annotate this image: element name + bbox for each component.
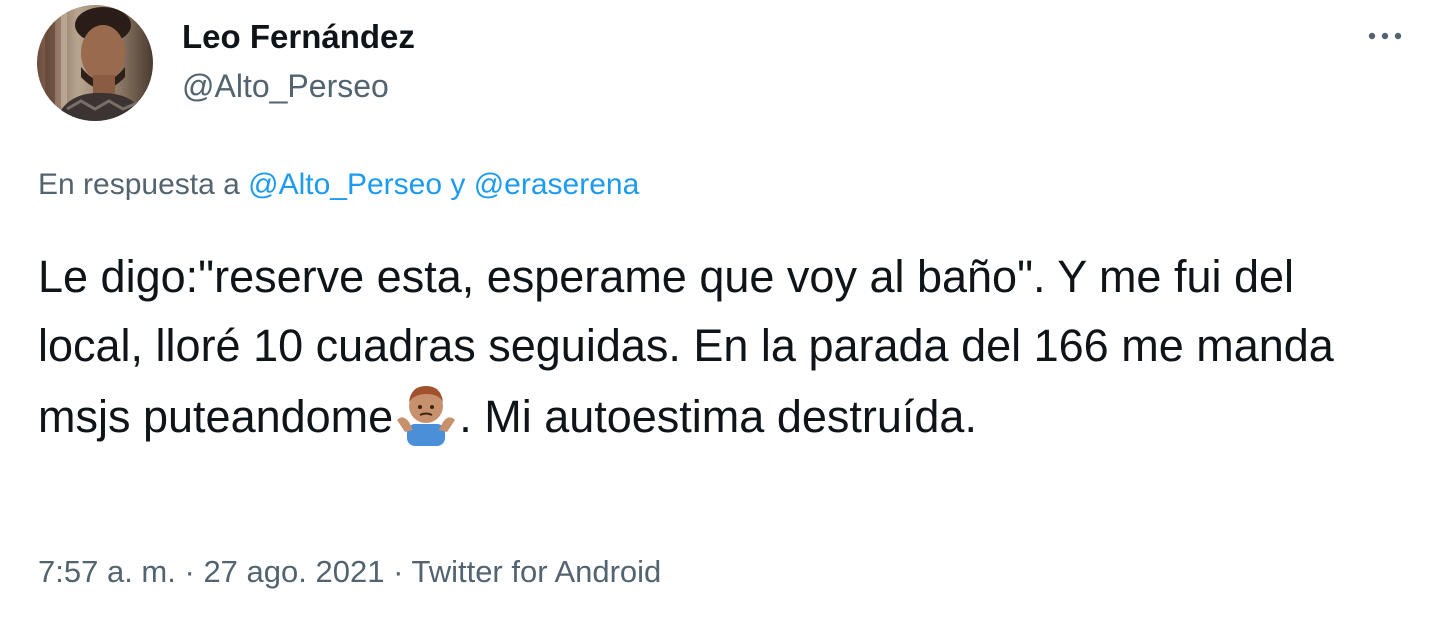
tweet-time[interactable]: 7:57 a. m. <box>38 554 176 589</box>
reply-mention-link[interactable]: @Alto_Perseo <box>248 168 442 201</box>
author-handle[interactable]: @Alto_Perseo <box>182 68 389 105</box>
tweet-metadata: 7:57 a. m. · 27 ago. 2021 · Twitter for … <box>38 554 661 590</box>
reply-prefix: En respuesta a <box>38 168 240 201</box>
reply-mention-link[interactable]: @eraserena <box>474 168 640 201</box>
meta-separator: · <box>184 554 195 589</box>
tweet-text-part: . Mi autoestima destruída. <box>459 391 977 442</box>
tweet-date[interactable]: 27 ago. 2021 <box>203 554 384 589</box>
avatar-image <box>37 5 153 121</box>
tweet-source[interactable]: Twitter for Android <box>411 554 661 589</box>
tweet-text: Le digo:"reserve esta, esperame que voy … <box>38 242 1408 451</box>
author-name[interactable]: Leo Fernández <box>182 18 415 56</box>
tweet-card: Leo Fernández @Alto_Perseo En respuesta … <box>0 0 1440 621</box>
person-shrugging-emoji <box>393 380 459 446</box>
meta-separator: · <box>393 554 404 589</box>
avatar[interactable] <box>37 5 153 121</box>
more-horizontal-icon <box>1368 32 1402 40</box>
reply-conjunction: y <box>450 168 466 201</box>
more-options-button[interactable] <box>1360 14 1410 58</box>
reply-context: En respuesta a @Alto_Perseo y @eraserena <box>38 168 639 202</box>
